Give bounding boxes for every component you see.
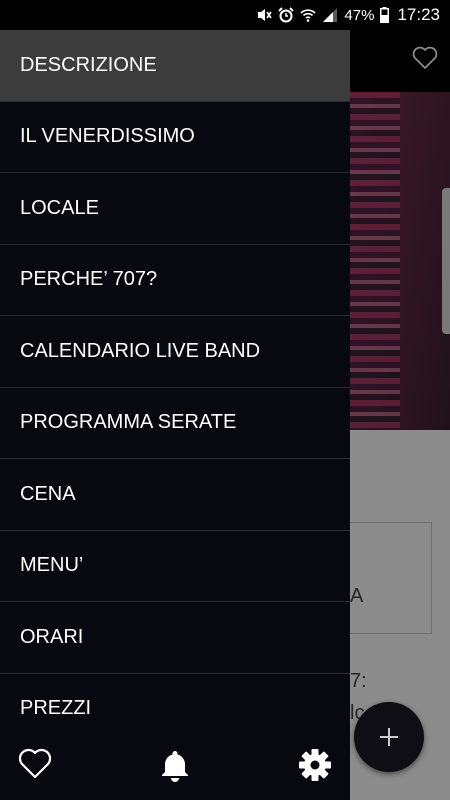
nav-item-il-venerdissimo[interactable]: IL VENERDISSIMO: [0, 102, 350, 173]
settings-button[interactable]: [298, 748, 332, 787]
nav-item-label: PROGRAMMA SERATE: [20, 411, 237, 434]
battery-icon: [380, 7, 390, 23]
battery-percent: 47%: [344, 6, 375, 24]
alarm-icon: [278, 7, 295, 23]
nav-item-label: DESCRIZIONE: [20, 53, 157, 76]
nav-item-descrizione[interactable]: DESCRIZIONE: [0, 30, 350, 102]
gear-icon: [299, 749, 331, 781]
nav-item-label: CENA: [20, 482, 76, 505]
nav-item-label: ORARI: [20, 625, 84, 648]
bell-icon: [162, 751, 188, 782]
nav-item-cena[interactable]: CENA: [0, 459, 350, 531]
plus-icon: [380, 728, 398, 746]
nav-item-label: CALENDARIO LIVE BAND: [20, 339, 261, 362]
clock: 17:23: [397, 5, 440, 24]
favorites-button[interactable]: [18, 748, 52, 785]
signal-icon: [323, 8, 338, 22]
nav-item-calendario-live-band[interactable]: CALENDARIO LIVE BAND: [0, 316, 350, 388]
wifi-icon: [300, 9, 316, 22]
status-bar: 47% 17:23: [0, 0, 450, 30]
add-button[interactable]: [354, 702, 424, 772]
nav-item-label: IL VENERDISSIMO: [20, 125, 195, 148]
nav-item-perche-707[interactable]: PERCHE’ 707?: [0, 245, 350, 316]
nav-item-label: LOCALE: [20, 196, 99, 219]
navigation-drawer: DESCRIZIONE IL VENERDISSIMO LOCALE PERCH…: [0, 30, 350, 800]
status-icons: 47% 17:23: [256, 0, 440, 30]
notifications-button[interactable]: [158, 748, 192, 787]
drawer-footer: [0, 730, 350, 800]
nav-item-programma-serate[interactable]: PROGRAMMA SERATE: [0, 388, 350, 459]
nav-item-label: MENU’: [20, 554, 84, 577]
mute-icon: [258, 9, 273, 21]
nav-item-orari[interactable]: ORARI: [0, 602, 350, 674]
nav-item-locale[interactable]: LOCALE: [0, 173, 350, 245]
heart-icon: [18, 748, 52, 779]
nav-item-menu[interactable]: MENU’: [0, 531, 350, 602]
nav-item-label: PERCHE’ 707?: [20, 268, 158, 291]
nav-item-label: PREZZI: [20, 697, 92, 720]
